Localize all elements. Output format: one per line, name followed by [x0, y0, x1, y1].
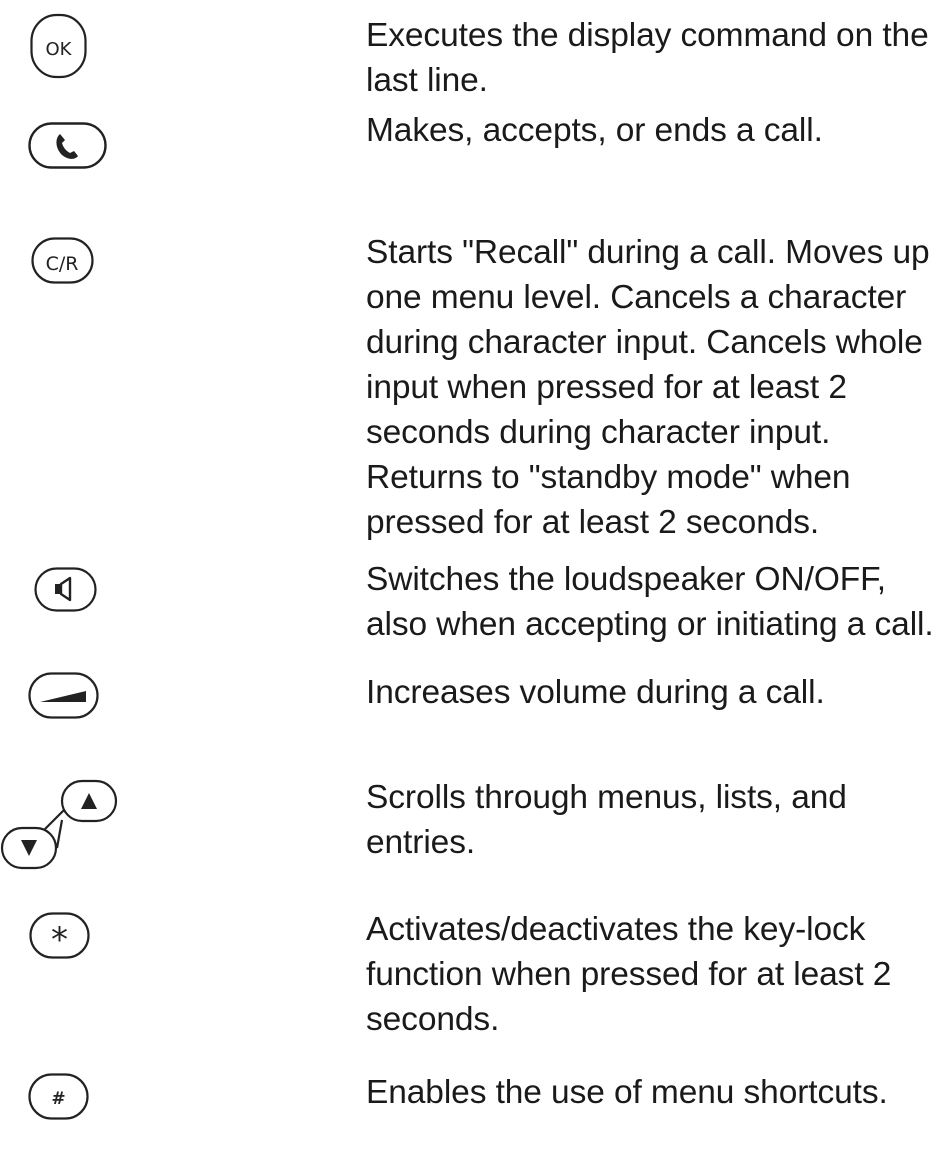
volume-key-description: Increases volume during a call.	[366, 674, 825, 711]
star-key-icon: *	[0, 907, 150, 987]
clear-recall-key-icon: C/R	[0, 230, 150, 310]
hash-key-icon: #	[0, 1070, 150, 1150]
loudspeaker-key-description: Switches the loudspeaker ON/OFF, also wh…	[366, 561, 934, 643]
volume-key-icon	[0, 670, 150, 750]
svg-text:#: #	[51, 1089, 65, 1109]
hash-key-description: Enables the use of menu shortcuts.	[366, 1074, 888, 1111]
call-key-description: Makes, accepts, or ends a call.	[366, 112, 823, 149]
svg-text:C/R: C/R	[46, 253, 79, 275]
star-key-description: Activates/deactivates the key-lock funct…	[366, 911, 892, 1038]
loudspeaker-key-icon	[0, 557, 150, 637]
call-key-icon	[0, 108, 150, 188]
up-down-keys-icon	[0, 770, 150, 870]
scroll-keys-description: Scrolls through menus, lists, and entrie…	[366, 779, 847, 861]
svg-text:*: *	[51, 920, 68, 960]
ok-key-description: Executes the display command on the last…	[366, 17, 929, 99]
clear-recall-key-description: Starts "Recall" during a call. Moves up …	[366, 234, 930, 541]
svg-text:OK: OK	[46, 39, 73, 60]
ok-key-icon: OK	[0, 13, 150, 93]
